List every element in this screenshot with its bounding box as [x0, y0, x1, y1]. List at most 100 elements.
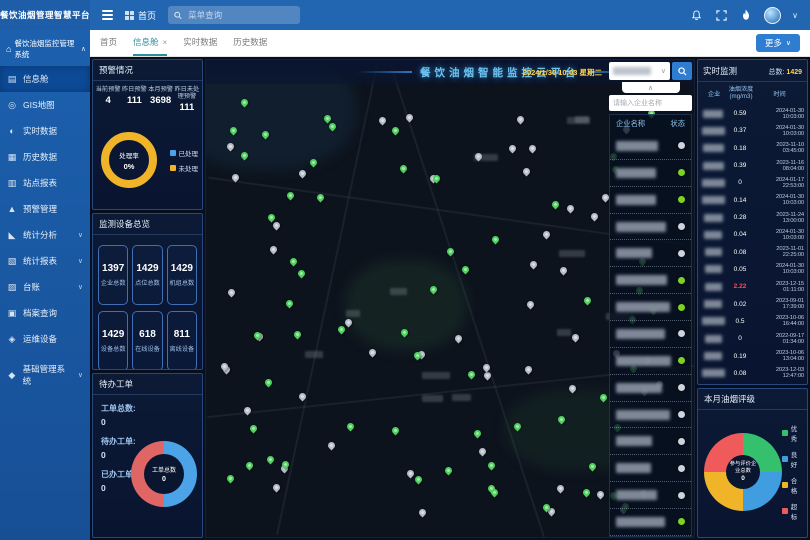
- map-pin[interactable]: [249, 424, 259, 434]
- map-pin[interactable]: [542, 230, 552, 240]
- map-pin[interactable]: [378, 115, 388, 125]
- company-row[interactable]: [610, 455, 691, 482]
- map-pin[interactable]: [587, 462, 597, 472]
- map-pin[interactable]: [231, 173, 241, 183]
- sidebar-item-alert-mgmt[interactable]: ▲预警管理: [0, 196, 90, 222]
- company-row[interactable]: [610, 482, 691, 509]
- map-pin[interactable]: [487, 460, 497, 470]
- map-pin[interactable]: [446, 247, 456, 257]
- map-pin[interactable]: [528, 143, 538, 153]
- breadcrumb[interactable]: 首页: [125, 9, 156, 22]
- map-pin[interactable]: [266, 212, 276, 222]
- realtime-row[interactable]: 0.392023-11-16 08:04:00: [700, 157, 805, 174]
- map-pin[interactable]: [582, 295, 592, 305]
- map-pin[interactable]: [265, 455, 275, 465]
- map-pin[interactable]: [524, 364, 534, 374]
- map-pin[interactable]: [288, 257, 298, 267]
- company-row[interactable]: [610, 402, 691, 429]
- company-row[interactable]: [610, 428, 691, 455]
- map-pin[interactable]: [260, 130, 270, 140]
- sidebar-item-stat-report[interactable]: ▧统计报表∨: [0, 248, 90, 274]
- map-pin[interactable]: [417, 507, 427, 517]
- company-row[interactable]: [610, 160, 691, 187]
- map-pin[interactable]: [344, 318, 354, 328]
- map-pin[interactable]: [315, 193, 325, 203]
- realtime-row[interactable]: 02024-01-17 22:53:00: [700, 174, 805, 191]
- map-pin[interactable]: [328, 121, 338, 131]
- close-icon[interactable]: ×: [163, 38, 168, 47]
- map-pin[interactable]: [242, 406, 252, 416]
- map-pin[interactable]: [481, 363, 491, 373]
- map-pin[interactable]: [508, 144, 518, 154]
- realtime-row[interactable]: 2.222023-12-15 01:11:00: [700, 278, 805, 295]
- realtime-row[interactable]: 02022-09-17 01:34:00: [700, 330, 805, 347]
- map-pin[interactable]: [293, 330, 303, 340]
- realtime-row[interactable]: 0.372024-01-30 10:03:00: [700, 122, 805, 139]
- map-pin[interactable]: [413, 475, 423, 485]
- fullscreen-icon[interactable]: [714, 8, 728, 22]
- map-pin[interactable]: [271, 482, 281, 492]
- company-search-button[interactable]: [672, 62, 692, 80]
- map-pin[interactable]: [483, 370, 493, 380]
- map-pin[interactable]: [245, 461, 255, 471]
- map-pin[interactable]: [264, 377, 274, 387]
- collapse-bar[interactable]: ∧: [622, 82, 680, 93]
- company-row[interactable]: [610, 214, 691, 241]
- map-pin[interactable]: [404, 113, 414, 123]
- map-pin[interactable]: [225, 142, 235, 152]
- map-pin[interactable]: [284, 299, 294, 309]
- realtime-row[interactable]: 0.042024-01-30 10:03:00: [700, 226, 805, 243]
- tab-realtime-data[interactable]: 实时数据: [183, 30, 217, 56]
- map-pin[interactable]: [570, 332, 580, 342]
- menu-search-input[interactable]: [186, 9, 294, 21]
- company-name-input[interactable]: [609, 95, 692, 111]
- user-avatar[interactable]: [764, 7, 781, 24]
- sidebar-item-stat-analysis[interactable]: ◣统计分析∨: [0, 222, 90, 248]
- realtime-row[interactable]: 0.282023-11-24 13:00:00: [700, 209, 805, 226]
- map-pin[interactable]: [400, 327, 410, 337]
- map-pin[interactable]: [512, 422, 522, 432]
- map-pin[interactable]: [567, 384, 577, 394]
- realtime-row[interactable]: 0.592024-01-30 10:03:00: [700, 105, 805, 122]
- map-pin[interactable]: [596, 490, 606, 500]
- map-pin[interactable]: [460, 264, 470, 274]
- realtime-row[interactable]: 0.082023-11-01 22:25:00: [700, 244, 805, 261]
- map-pin[interactable]: [337, 324, 347, 334]
- map-pin[interactable]: [558, 266, 568, 276]
- sidebar-item-info-cabin[interactable]: ▤信息舱: [0, 66, 90, 92]
- sidebar-item-base-mgmt[interactable]: ◆基础管理系统∨: [0, 362, 90, 388]
- company-row[interactable]: [610, 348, 691, 375]
- more-button[interactable]: 更多 ∨: [756, 34, 800, 52]
- flame-icon[interactable]: [739, 8, 753, 22]
- map-pin[interactable]: [368, 347, 378, 357]
- map-pin[interactable]: [516, 114, 526, 124]
- map-pin[interactable]: [490, 488, 500, 498]
- map-pin[interactable]: [454, 334, 464, 344]
- realtime-row[interactable]: 0.052024-01-30 10:03:00: [700, 261, 805, 278]
- company-row[interactable]: [610, 321, 691, 348]
- realtime-row[interactable]: 0.52023-10-06 16:44:00: [700, 313, 805, 330]
- realtime-row[interactable]: 0.192023-10-06 13:04:00: [700, 347, 805, 364]
- map-pin[interactable]: [346, 422, 356, 432]
- sidebar-item-history-data[interactable]: ▦历史数据: [0, 144, 90, 170]
- map-pin[interactable]: [444, 466, 454, 476]
- map-pin[interactable]: [308, 157, 318, 167]
- company-row[interactable]: [610, 267, 691, 294]
- map-pin[interactable]: [390, 126, 400, 136]
- company-row[interactable]: [610, 240, 691, 267]
- map-pin[interactable]: [473, 429, 483, 439]
- sidebar-item-realtime-data[interactable]: ◐实时数据: [0, 118, 90, 144]
- map-pin[interactable]: [589, 211, 599, 221]
- company-row[interactable]: [610, 509, 691, 536]
- realtime-row[interactable]: 0.142024-01-30 10:03:00: [700, 192, 805, 209]
- map-pin[interactable]: [550, 200, 560, 210]
- map-pin[interactable]: [298, 392, 308, 402]
- map-pin[interactable]: [297, 169, 307, 179]
- map-pin[interactable]: [227, 288, 237, 298]
- map-pin[interactable]: [599, 393, 609, 403]
- map-pin[interactable]: [239, 98, 249, 108]
- map-pin[interactable]: [528, 260, 538, 270]
- notification-bell-icon[interactable]: [689, 8, 703, 22]
- company-row[interactable]: [610, 187, 691, 214]
- map-pin[interactable]: [285, 191, 295, 201]
